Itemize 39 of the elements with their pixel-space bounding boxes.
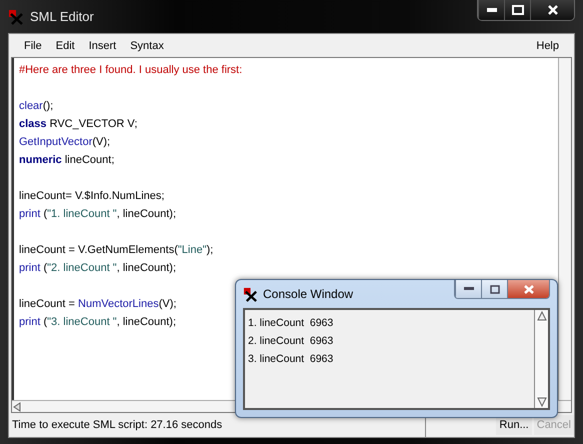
app-logo-icon: [8, 8, 24, 24]
maximize-button[interactable]: [481, 280, 507, 298]
scroll-left-icon[interactable]: [12, 402, 22, 412]
close-icon: [524, 284, 534, 294]
window-title: SML Editor: [30, 9, 94, 24]
code-line: GetInputVector(V);: [19, 135, 110, 150]
close-icon: [548, 5, 558, 15]
menu-item[interactable]: Help: [529, 40, 566, 52]
menu-item[interactable]: Edit: [48, 40, 82, 52]
minimize-icon: [486, 8, 496, 12]
maximize-button[interactable]: [504, 0, 530, 20]
minimize-button[interactable]: [478, 0, 504, 20]
code-line: lineCount = V.GetNumElements("Line");: [19, 243, 214, 258]
minimize-icon: [464, 287, 474, 291]
scroll-up-icon[interactable]: [536, 310, 548, 322]
console-line: 3. lineCount 6963: [248, 352, 334, 367]
code-line: lineCount = NumVectorLines(V);: [19, 297, 176, 312]
code-line: lineCount= V.$Info.NumLines;: [19, 189, 164, 204]
vertical-scrollbar[interactable]: [534, 310, 548, 408]
maximize-icon: [512, 5, 524, 15]
menu-item[interactable]: File: [17, 40, 49, 52]
console-line: 2. lineCount 6963: [248, 334, 334, 349]
code-line: print ("1. lineCount ", lineCount);: [19, 207, 176, 222]
code-line: print ("3. lineCount ", lineCount);: [19, 315, 176, 330]
close-button[interactable]: [530, 0, 574, 20]
console-line: 1. lineCount 6963: [248, 316, 334, 331]
code-line: #Here are three I found. I usually use the first:: [19, 63, 242, 78]
menu-item[interactable]: Insert: [82, 40, 124, 52]
code-line: clear();: [19, 99, 54, 114]
scroll-down-icon[interactable]: [536, 396, 548, 408]
console-title: Console Window: [263, 287, 354, 301]
vertical-scrollbar[interactable]: [558, 58, 571, 400]
code-line: class RVC_VECTOR V;: [19, 117, 138, 132]
code-line: print ("2. lineCount ", lineCount);: [19, 261, 176, 276]
menu-item[interactable]: Syntax: [123, 40, 171, 52]
code-line: numeric lineCount;: [19, 153, 114, 168]
maximize-icon: [490, 284, 500, 294]
minimize-button[interactable]: [455, 280, 481, 298]
app-logo-icon: [243, 286, 258, 302]
